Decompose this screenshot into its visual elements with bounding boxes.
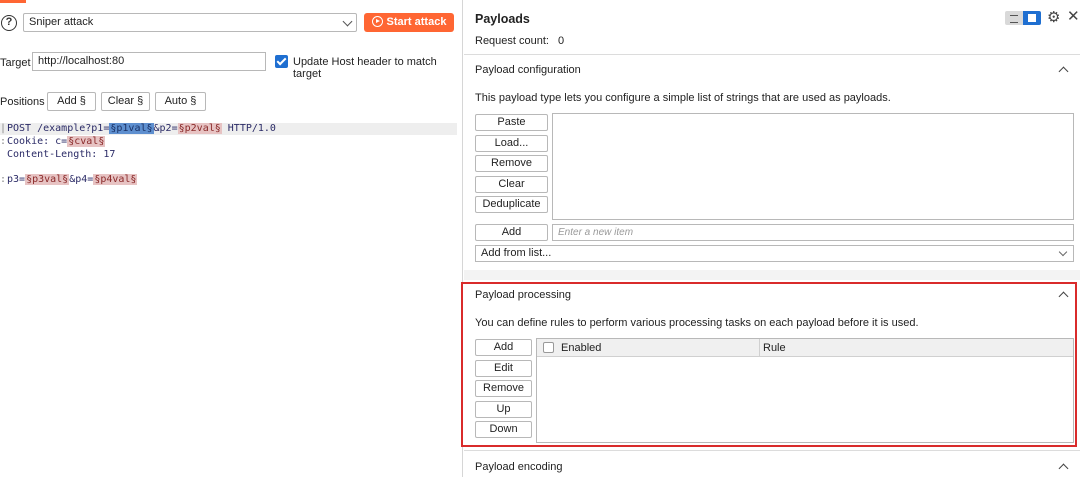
new-item-input[interactable]: Enter a new item [552,224,1074,241]
request-line-3: Content-Length: 17 [7,149,116,160]
layout-toggle[interactable] [1005,11,1041,25]
payload-marker: §p2val§ [177,123,222,134]
paste-button[interactable]: Paste [475,114,548,131]
play-icon [371,16,383,27]
payload-configuration-title: Payload configuration [475,64,581,76]
payload-marker: §p4val§ [93,174,138,185]
add-position-button[interactable]: Add § [47,92,96,111]
active-tab-indicator [0,0,26,3]
deduplicate-button[interactable]: Deduplicate [475,196,548,213]
start-attack-button[interactable]: Start attack [364,13,454,32]
request-line-2: :Cookie: c=§cval§ [0,136,106,147]
remove-button[interactable]: Remove [475,155,548,172]
update-host-label: Update Host header to match target [293,56,437,80]
payload-configuration-description: This payload type lets you configure a s… [475,92,891,104]
payload-marker: §p3val§ [25,174,70,185]
collapse-icon[interactable] [1058,463,1069,474]
attack-type-select[interactable]: Sniper attack [23,13,357,32]
request-count: Request count: 0 [475,35,565,47]
payloads-title: Payloads [475,12,530,26]
start-attack-label: Start attack [386,16,447,28]
gear-icon[interactable]: ⚙ [1047,10,1062,25]
payload-marker: §p1val§ [109,123,154,134]
positions-label: Positions [0,96,45,108]
section-separator [464,270,1080,280]
request-editor[interactable]: |POST /example?p1=§p1val§&p2=§p2val§ HTT… [0,121,462,477]
divider [464,54,1080,55]
attack-type-value: Sniper attack [29,16,94,28]
payload-encoding-title: Payload encoding [475,461,563,473]
target-label: Target [0,57,31,69]
clear-button[interactable]: Clear [475,176,548,193]
load-button[interactable]: Load... [475,135,548,152]
clear-position-button[interactable]: Clear § [101,92,150,111]
update-host-checkbox[interactable] [275,55,288,68]
payload-processing-highlight [461,282,1077,447]
request-line-1: |POST /example?p1=§p1val§&p2=§p2val§ HTT… [0,123,457,135]
target-input[interactable]: http://localhost:80 [32,52,266,71]
close-icon[interactable]: ✕ [1067,9,1080,24]
auto-position-button[interactable]: Auto § [155,92,206,111]
chevron-down-icon [1058,247,1068,257]
horizontal-layout-icon[interactable] [1005,11,1023,25]
payload-marker: §cval§ [67,136,106,147]
divider [464,450,1080,451]
vertical-layout-icon[interactable] [1023,11,1041,25]
add-from-list-label: Add from list... [481,247,552,259]
help-icon[interactable]: ? [1,15,17,31]
add-from-list-select[interactable]: Add from list... [475,245,1074,262]
chevron-down-icon [342,16,353,27]
intruder-positions-pane: ? Sniper attack Start attack Target http… [0,0,463,477]
request-line-5: :p3=§p3val§&p4=§p4val§ [0,174,138,185]
add-payload-button[interactable]: Add [475,224,548,241]
collapse-icon[interactable] [1058,66,1069,77]
payload-list[interactable] [552,113,1074,220]
